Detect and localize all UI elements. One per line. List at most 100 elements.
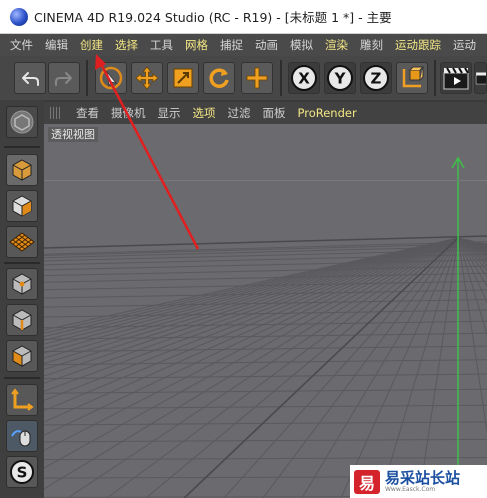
render-settings-button[interactable] — [474, 62, 487, 94]
grid-line — [457, 237, 487, 252]
grid-line — [457, 237, 487, 253]
menu-tools[interactable]: 工具 — [144, 34, 179, 56]
add-cross-icon — [246, 67, 268, 89]
menu-motion-tracking[interactable]: 运动跟踪 — [389, 34, 447, 56]
live-select-icon — [99, 66, 123, 90]
undo-button[interactable] — [14, 62, 46, 94]
snap-enable-button[interactable]: S — [6, 456, 38, 488]
menu-file[interactable]: 文件 — [0, 34, 39, 56]
grid-line — [457, 237, 487, 250]
tweak-mode-button[interactable] — [6, 420, 38, 452]
menu-motion[interactable]: 运动 — [447, 34, 482, 56]
grid-line — [457, 237, 487, 257]
grid-line — [44, 345, 487, 353]
palette-separator — [4, 146, 40, 148]
grid-line — [44, 259, 487, 271]
toolbar-separator — [86, 60, 88, 96]
texture-mode-button[interactable] — [6, 190, 38, 222]
use-model-mode-button[interactable] — [6, 106, 38, 138]
grid-line — [340, 237, 459, 498]
redo-button[interactable] — [48, 62, 80, 94]
menu-create[interactable]: 创建 — [74, 34, 109, 56]
grid-line — [457, 237, 487, 246]
workplane-mode-button[interactable] — [6, 226, 38, 258]
grid-line — [457, 237, 487, 246]
model-mode-button[interactable] — [6, 154, 38, 186]
render-clapper-icon — [475, 72, 486, 85]
axis-mode-button[interactable] — [6, 384, 38, 416]
grid-line — [457, 237, 487, 258]
menu-select[interactable]: 选择 — [109, 34, 144, 56]
render-clapper-icon — [443, 67, 469, 90]
grid-line — [457, 237, 487, 250]
left-palette: S — [0, 100, 44, 498]
grid-line — [457, 237, 487, 263]
viewport-menu-camera[interactable]: 摄像机 — [105, 105, 152, 121]
viewport-menu-display[interactable]: 显示 — [152, 105, 187, 121]
grid-line — [44, 438, 487, 443]
move-button[interactable] — [131, 62, 163, 94]
axis-x-button[interactable]: X — [288, 62, 320, 94]
scale-icon — [173, 68, 193, 88]
points-mode-button[interactable] — [6, 268, 38, 300]
grid-line — [457, 237, 487, 261]
add-object-button[interactable] — [241, 62, 273, 94]
texture-cube-icon — [12, 195, 32, 217]
grid-line — [457, 237, 487, 288]
menu-sculpt[interactable]: 雕刻 — [354, 34, 389, 56]
menu-animate[interactable]: 动画 — [249, 34, 284, 56]
grid-line — [457, 237, 487, 254]
axis-z-label: Z — [371, 70, 382, 88]
panel-grip-icon[interactable] — [50, 107, 62, 119]
render-view-button[interactable] — [440, 62, 472, 94]
menu-render[interactable]: 渲染 — [319, 34, 354, 56]
grid-line — [457, 237, 487, 255]
menu-edit[interactable]: 编辑 — [39, 34, 74, 56]
viewport-menu-filter[interactable]: 过滤 — [222, 105, 257, 121]
grid-line — [457, 237, 487, 248]
grid-line — [457, 237, 487, 248]
axis-z-button[interactable]: Z — [360, 62, 392, 94]
edges-mode-button[interactable] — [6, 304, 38, 336]
perspective-viewport[interactable]: 透视视图 — [44, 124, 487, 498]
menu-snap[interactable]: 捕捉 — [214, 34, 249, 56]
coordinate-system-button[interactable] — [396, 62, 428, 94]
live-select-button[interactable] — [95, 62, 127, 94]
svg-text:S: S — [17, 464, 28, 482]
viewport-menu-options[interactable]: 选项 — [187, 105, 222, 121]
points-mode-icon — [12, 273, 32, 295]
watermark: 易 易采站长站 Www.Easck.Com — [350, 465, 487, 498]
mouse-tweak-icon — [11, 430, 31, 447]
rotate-button[interactable] — [203, 62, 235, 94]
menu-mesh[interactable]: 网格 — [179, 34, 214, 56]
grid-line — [457, 237, 487, 246]
grid-line — [457, 237, 487, 249]
axis-y-button[interactable]: Y — [324, 62, 356, 94]
redo-arrow-icon — [55, 72, 72, 86]
axis-y-icon: Y — [327, 65, 353, 91]
viewport-menu-prorender[interactable]: ProRender — [292, 106, 363, 120]
undo-arrow-icon — [22, 72, 39, 86]
scale-button[interactable] — [167, 62, 199, 94]
horizon-band — [44, 180, 487, 181]
palette-separator — [4, 377, 40, 379]
grid-line — [457, 237, 487, 278]
model-mode-icon — [10, 110, 34, 134]
axis-y-label: Y — [334, 70, 347, 88]
move-icon — [135, 66, 159, 90]
menu-simulate[interactable]: 模拟 — [284, 34, 319, 56]
window-title: CINEMA 4D R19.024 Studio (RC - R19) - [未… — [34, 10, 392, 25]
axis-x-label: X — [298, 70, 310, 88]
viewport-menu-view[interactable]: 查看 — [70, 105, 105, 121]
grid-line — [44, 404, 487, 410]
grid-line — [457, 237, 487, 251]
viewport-menu-panel[interactable]: 面板 — [257, 105, 292, 121]
grid-line — [457, 237, 487, 247]
palette-separator — [4, 262, 40, 264]
grid-line — [44, 421, 487, 426]
polygons-mode-button[interactable] — [6, 340, 38, 372]
axis-z-icon: Z — [363, 65, 389, 91]
snap-s-icon: S — [10, 460, 34, 484]
axis-x-icon: X — [291, 65, 317, 91]
viewport-grid — [44, 156, 487, 498]
